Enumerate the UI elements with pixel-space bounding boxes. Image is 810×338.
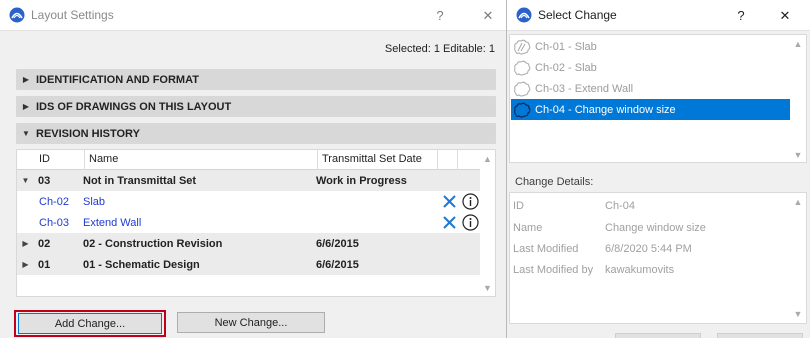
scroll-down-icon[interactable]: ▼ [790, 147, 806, 163]
row-id: 03 [38, 174, 51, 187]
scroll-up-icon[interactable]: ▲ [790, 36, 806, 52]
triangle-down-icon[interactable]: ▼ [17, 176, 34, 185]
section-identification-and-format[interactable]: ▶ IDENTIFICATION AND FORMAT [16, 69, 496, 90]
detail-row-last-modified-by: Last Modified by kawakumovits [513, 264, 674, 276]
dialog-button-partial[interactable] [615, 333, 701, 338]
row-name: 02 - Construction Revision [83, 237, 223, 250]
header-transmittal-set-date[interactable]: Transmittal Set Date [318, 150, 438, 170]
revision-history-table: ID Name Transmittal Set Date ▼ 03 Not in… [16, 149, 496, 297]
triangle-right-icon: ▶ [22, 75, 30, 84]
detail-row-name: Name Change window size [513, 222, 706, 234]
delete-x-icon[interactable] [442, 215, 457, 230]
row-name: Not in Transmittal Set [83, 174, 197, 187]
row-id: 02 [38, 237, 51, 250]
triangle-down-icon: ▼ [22, 129, 30, 138]
help-button[interactable]: ? [726, 0, 756, 31]
scroll-up-icon[interactable]: ▲ [790, 194, 806, 210]
info-circle-icon[interactable] [462, 214, 479, 231]
row-name: 01 - Schematic Design [83, 258, 200, 271]
detail-key: Last Modified [513, 243, 579, 255]
section-label: IDENTIFICATION AND FORMAT [36, 73, 199, 86]
archicad-app-icon [516, 7, 532, 23]
change-list-item[interactable]: Ch-02 - Slab [511, 57, 792, 78]
row-date: 6/6/2015 [316, 237, 359, 250]
dialog-title: Select Change [538, 8, 617, 22]
detail-key: ID [513, 200, 524, 212]
change-label: Ch-03 - Extend Wall [535, 82, 634, 95]
section-label: REVISION HISTORY [36, 127, 140, 140]
detail-value: Ch-04 [605, 200, 635, 212]
section-revision-history[interactable]: ▼ REVISION HISTORY [16, 123, 496, 144]
change-label: Ch-01 - Slab [535, 40, 597, 53]
row-date: Work in Progress [316, 174, 407, 187]
change-list-item[interactable]: Ch-01 - Slab [511, 36, 792, 57]
change-list-item-selected[interactable]: Ch-04 - Change window size [511, 99, 792, 120]
table-row-group[interactable]: ▼ 03 Not in Transmittal Set Work in Prog… [17, 170, 481, 191]
dialog-button-partial[interactable] [717, 333, 803, 338]
row-name: Slab [83, 195, 106, 208]
header-action-1 [438, 150, 458, 170]
scroll-up-icon[interactable]: ▲ [480, 151, 495, 166]
archicad-app-icon [9, 7, 25, 23]
row-id: Ch-02 [39, 195, 69, 208]
details-scrollbar[interactable]: ▲ ▼ [790, 193, 806, 323]
section-label: IDS OF DRAWINGS ON THIS LAYOUT [36, 100, 232, 113]
detail-key: Name [513, 222, 543, 234]
change-details-panel: ID Ch-04 Name Change window size Last Mo… [509, 192, 807, 324]
header-spacer [17, 150, 35, 170]
row-id: Ch-03 [39, 216, 69, 229]
cloud-change-icon [514, 81, 531, 96]
section-ids-of-drawings[interactable]: ▶ IDS OF DRAWINGS ON THIS LAYOUT [16, 96, 496, 117]
row-date: 6/6/2015 [316, 258, 359, 271]
row-id: 01 [38, 258, 51, 271]
info-circle-icon[interactable] [462, 193, 479, 210]
add-change-button[interactable]: Add Change... [18, 313, 162, 334]
new-change-button[interactable]: New Change... [177, 312, 325, 333]
detail-row-id: ID Ch-04 [513, 200, 635, 212]
detail-value: Change window size [605, 222, 706, 234]
detail-row-last-modified: Last Modified 6/8/2020 5:44 PM [513, 243, 692, 255]
title-bar: Layout Settings ? ✕ [0, 0, 506, 31]
change-list: Ch-01 - Slab Ch-02 - Slab Ch-03 - Extend… [509, 34, 807, 163]
detail-value: 6/8/2020 5:44 PM [605, 243, 692, 255]
header-id[interactable]: ID [35, 150, 85, 170]
table-row-group[interactable]: ▶ 02 02 - Construction Revision 6/6/2015 [17, 233, 481, 254]
select-change-dialog: Select Change ? ✕ Ch-01 - Slab Ch-02 - S… [507, 0, 810, 338]
delete-x-icon[interactable] [442, 194, 457, 209]
table-scrollbar[interactable]: ▲ ▼ [480, 150, 495, 296]
change-label: Ch-02 - Slab [535, 61, 597, 74]
header-action-2 [458, 150, 481, 170]
cloud-change-icon [514, 39, 531, 54]
scroll-down-icon[interactable]: ▼ [790, 306, 806, 322]
layout-settings-dialog: Layout Settings ? ✕ Selected: 1 Editable… [0, 0, 507, 338]
title-bar: Select Change ? ✕ [507, 0, 810, 31]
close-button[interactable]: ✕ [473, 0, 503, 31]
screen: Layout Settings ? ✕ Selected: 1 Editable… [0, 0, 810, 338]
table-row-change[interactable]: Ch-02 Slab [17, 191, 481, 212]
detail-key: Last Modified by [513, 264, 594, 276]
cloud-change-icon [514, 60, 531, 75]
scroll-down-icon[interactable]: ▼ [480, 280, 495, 295]
table-row-change[interactable]: Ch-03 Extend Wall [17, 212, 481, 233]
close-button[interactable]: ✕ [770, 0, 800, 31]
change-details-label: Change Details: [515, 176, 594, 188]
change-list-scrollbar[interactable]: ▲ ▼ [790, 35, 806, 162]
change-label: Ch-04 - Change window size [535, 103, 676, 116]
table-header: ID Name Transmittal Set Date [17, 150, 481, 170]
detail-value: kawakumovits [605, 264, 675, 276]
triangle-right-icon[interactable]: ▶ [17, 260, 34, 269]
selected-editable-count: Selected: 1 Editable: 1 [384, 43, 495, 55]
table-row-group[interactable]: ▶ 01 01 - Schematic Design 6/6/2015 [17, 254, 481, 275]
help-button[interactable]: ? [425, 0, 455, 31]
header-name[interactable]: Name [85, 150, 318, 170]
triangle-right-icon[interactable]: ▶ [17, 239, 34, 248]
change-list-item[interactable]: Ch-03 - Extend Wall [511, 78, 792, 99]
cloud-change-icon [514, 102, 531, 118]
dialog-title: Layout Settings [31, 8, 114, 22]
triangle-right-icon: ▶ [22, 102, 30, 111]
row-name: Extend Wall [83, 216, 142, 229]
